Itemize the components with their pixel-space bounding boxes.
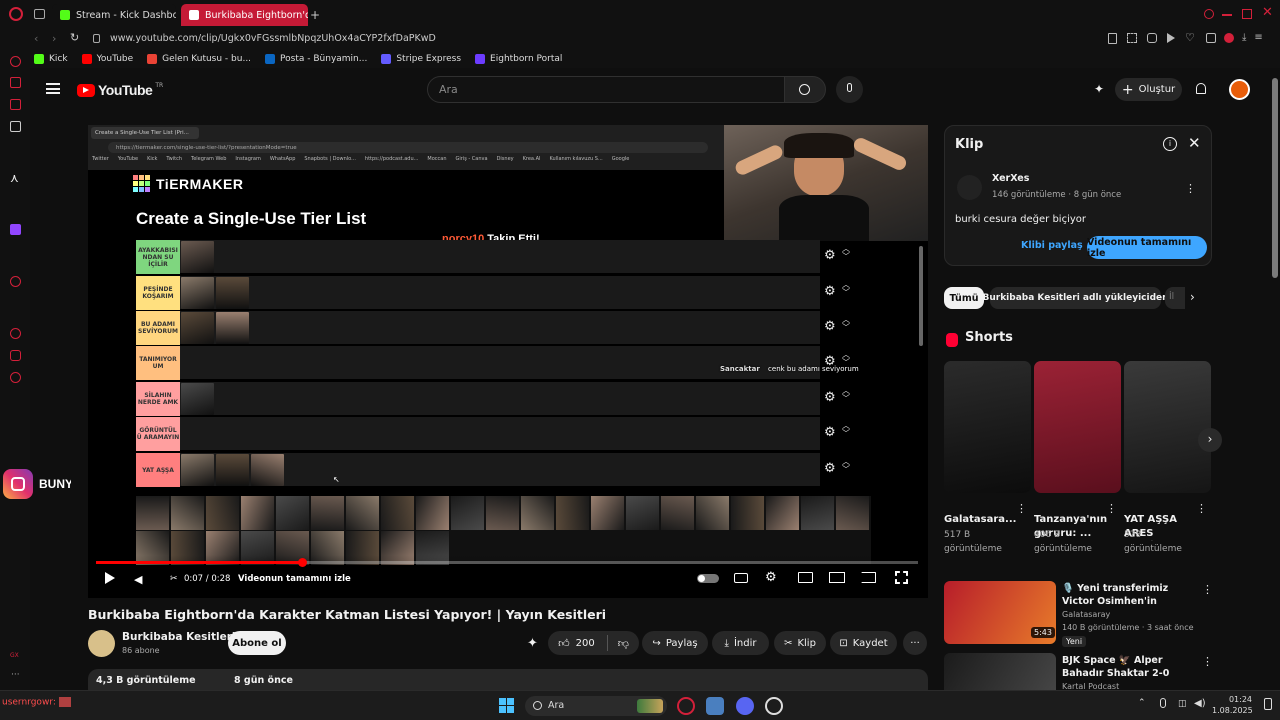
tab-kick-dashboard[interactable]: Stream - Kick Dashboard [52,4,176,26]
taskbar-search-label: Ara [548,700,565,711]
sidebar-gx-icon[interactable]: GX [10,652,19,659]
profile-icon[interactable] [1224,33,1234,43]
tray-chevron-icon[interactable]: ⌃ [1138,698,1146,708]
extensions-icon[interactable] [1206,33,1216,43]
forward-icon[interactable]: › [52,32,56,45]
windows-start-icon[interactable] [499,698,514,713]
tray-microphone-icon[interactable] [1160,698,1166,708]
maximize-icon[interactable] [1242,9,1252,19]
stream-username: usernrgowr: [2,697,71,708]
bookmark-icon [81,54,92,64]
opera-sidebar: ⋏ GX ··· [0,56,30,690]
opera-logo-icon[interactable] [9,7,23,21]
lock-icon [93,34,100,43]
related-meta: 140 B görüntüleme · 3 saat önce [1062,623,1194,632]
taskbar-search[interactable]: Ara [525,696,667,716]
youtube-page: YouTube TR Ara ✦ + Oluştur Create a Sing… [30,68,1280,690]
kick-icon [60,10,70,20]
bookmark-label: Gelen Kutusu - bu... [162,54,252,64]
tray-date: 1.08.2025 [1212,706,1253,715]
address-tools: ♡ [1108,32,1195,44]
sidebar-opera-icon[interactable] [10,56,21,67]
sidebar-settings-icon[interactable] [10,372,21,383]
sidebar-extensions-icon[interactable] [10,350,21,361]
search-icon [533,701,542,710]
bookmark-item[interactable]: Posta - Bünyamin... [265,54,367,64]
sidebar-more-icon[interactable]: ··· [11,670,20,680]
bookmark-item[interactable]: YouTube [81,54,134,64]
reload-icon[interactable]: ↻ [70,31,79,44]
bookmark-icon [475,54,486,64]
tab-youtube-active[interactable]: Burkibaba Eightborn'da K [181,4,308,26]
tray-clock[interactable]: 01:24 1.08.2025 [1212,694,1253,716]
bookmark-item[interactable]: Eightborn Portal [475,54,562,64]
new-tab-icon[interactable]: + [310,8,320,22]
play-icon[interactable] [1167,33,1175,43]
bookmark-item[interactable]: Gelen Kutusu - bu... [147,54,251,64]
sidebar-gmail-icon[interactable] [10,121,21,132]
pin-icon[interactable] [1108,33,1117,44]
sidebar-twitch-icon[interactable] [10,224,21,235]
stream-username-text: usernrgowr [2,697,53,708]
related-more-icon[interactable]: ⋮ [1202,583,1213,596]
minimize-icon[interactable] [1222,14,1232,16]
shield-icon[interactable] [1147,33,1157,43]
related-title[interactable]: 🎙️ Yeni transferimiz Victor Osimhen'in i… [1062,582,1198,608]
address-bar: ‹ › ↻ www.youtube.com/clip/Ugkx0vFGssmlb… [0,29,1280,50]
search-highlight-icon [637,699,663,713]
taskbar-discord-icon[interactable] [736,697,754,715]
taskbar-app-icon[interactable] [706,697,724,715]
bookmarks-bar: Kick YouTube Gelen Kutusu - bu... Posta - B… [0,50,1280,68]
youtube-icon [189,10,199,20]
bookmark-item[interactable]: Kick [34,54,68,64]
bookmark-label: Kick [49,54,68,64]
bookmark-label: YouTube [96,54,134,64]
instagram-handle: BUNYA [39,477,71,491]
tray-time: 01:24 [1228,695,1252,704]
bookmark-icon [34,54,44,64]
browser-extensions: ⤓ ≡ [1206,33,1263,43]
tab-overview-icon[interactable] [34,9,45,19]
bookmark-icon [147,54,158,64]
tray-volume-icon[interactable]: ◀) [1194,698,1206,709]
tab-label: Stream - Kick Dashboard [76,9,176,21]
related-duration: 5:43 [1031,627,1055,638]
bookmark-icon [381,54,392,64]
bookmark-label: Eightborn Portal [490,54,563,64]
sidebar-player-icon[interactable] [10,276,21,287]
related-channel[interactable]: Kartal Podcast [1062,682,1119,690]
sidebar-kick-icon[interactable]: ⋏ [10,171,19,185]
menu-icon[interactable]: ≡ [1254,33,1262,43]
bookmark-item[interactable]: Stripe Express [381,54,461,64]
bookmark-label: Stripe Express [396,54,462,64]
back-icon[interactable]: ‹ [34,32,38,45]
related-title[interactable]: BJK Space 🦅 Alper Bahadır Shaktar 2-0 Be… [1062,654,1198,680]
close-window-icon[interactable]: ✕ [1262,5,1273,20]
sidebar-history-icon[interactable] [10,328,21,339]
new-badge: Yeni [1062,636,1087,647]
related-more-icon[interactable]: ⋮ [1202,655,1213,668]
notification-center-icon[interactable] [1264,698,1272,710]
sidebar-messenger-icon[interactable] [10,99,21,110]
windows-taskbar: usernrgowr: Ara ⌃ ◫ ◀) 01:24 1.08.2025 [0,690,1280,720]
sidebar-aria-icon[interactable] [10,77,21,88]
taskbar-obs-icon[interactable] [765,697,783,715]
emote-icon [58,697,71,707]
snapshot-icon[interactable] [1127,33,1137,43]
tab-label: Burkibaba Eightborn'da K [205,9,308,21]
search-tabs-icon[interactable] [1204,9,1214,19]
tray-network-icon[interactable]: ◫ [1178,699,1187,709]
related-channel[interactable]: Galatasaray [1062,610,1110,619]
instagram-icon [3,469,33,499]
download-icon[interactable]: ⤓ [1242,33,1246,43]
page-scrollbar[interactable] [1272,78,1278,278]
bookmark-label: Posta - Bünyamin... [280,54,368,64]
taskbar-opera-gx-icon[interactable] [677,697,695,715]
related-videos: 5:43 🎙️ Yeni transferimiz Victor Osimhen'… [30,68,1280,690]
heart-icon[interactable]: ♡ [1185,32,1195,44]
related-thumbnail[interactable] [944,653,1056,690]
url-text[interactable]: www.youtube.com/clip/Ugkx0vFGssmlbNpqzUh… [110,33,436,44]
browser-tab-bar: Stream - Kick Dashboard Burkibaba Eightb… [0,0,1280,29]
bookmark-icon [265,54,276,64]
